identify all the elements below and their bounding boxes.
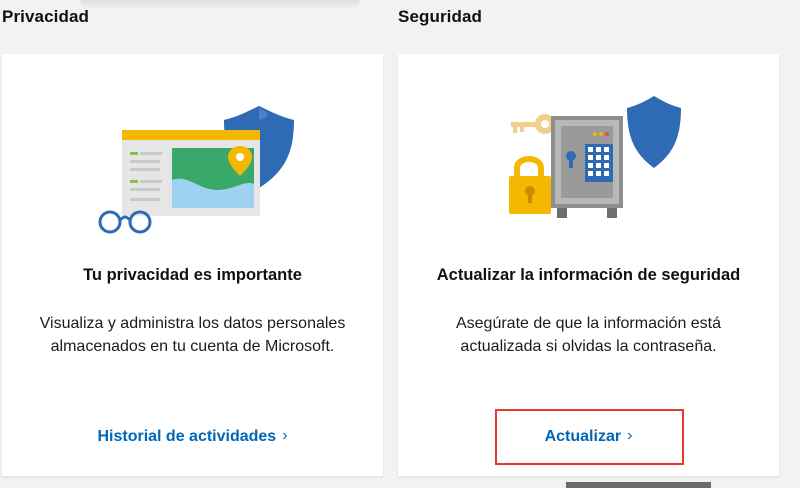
page: Privacidad Tu privacidad es importante V… (0, 0, 800, 488)
security-illustration-graphic (508, 96, 681, 218)
privacy-card: Tu privacidad es importante Visualiza y … (2, 54, 383, 476)
privacy-card-description: Visualiza y administra los datos persona… (39, 315, 346, 355)
activity-history-link[interactable]: Historial de actividades › (2, 427, 383, 446)
security-illustration (398, 94, 779, 234)
security-card-description: Asegúrate de que la información está act… (455, 315, 722, 355)
section-heading-security: Seguridad (398, 7, 483, 26)
privacy-illustration-graphic (98, 106, 294, 234)
top-shadow (80, 0, 360, 10)
privacy-card-title: Tu privacidad es importante (83, 266, 302, 284)
security-card: Actualizar la información de seguridad A… (398, 54, 779, 476)
key-icon (510, 114, 555, 134)
bottom-scroll-bar[interactable] (566, 482, 711, 488)
activity-history-link-label: Historial de actividades (97, 428, 277, 445)
chevron-right-icon: › (282, 427, 288, 444)
update-security-info-link[interactable]: Actualizar › (398, 427, 779, 446)
privacy-illustration (2, 94, 383, 234)
chevron-right-icon: › (627, 427, 633, 444)
shield-icon (626, 96, 681, 168)
padlock-icon (508, 156, 551, 214)
security-card-title: Actualizar la información de seguridad (436, 266, 741, 284)
update-link-label: Actualizar (544, 428, 622, 445)
section-heading-privacy: Privacidad (2, 7, 89, 26)
